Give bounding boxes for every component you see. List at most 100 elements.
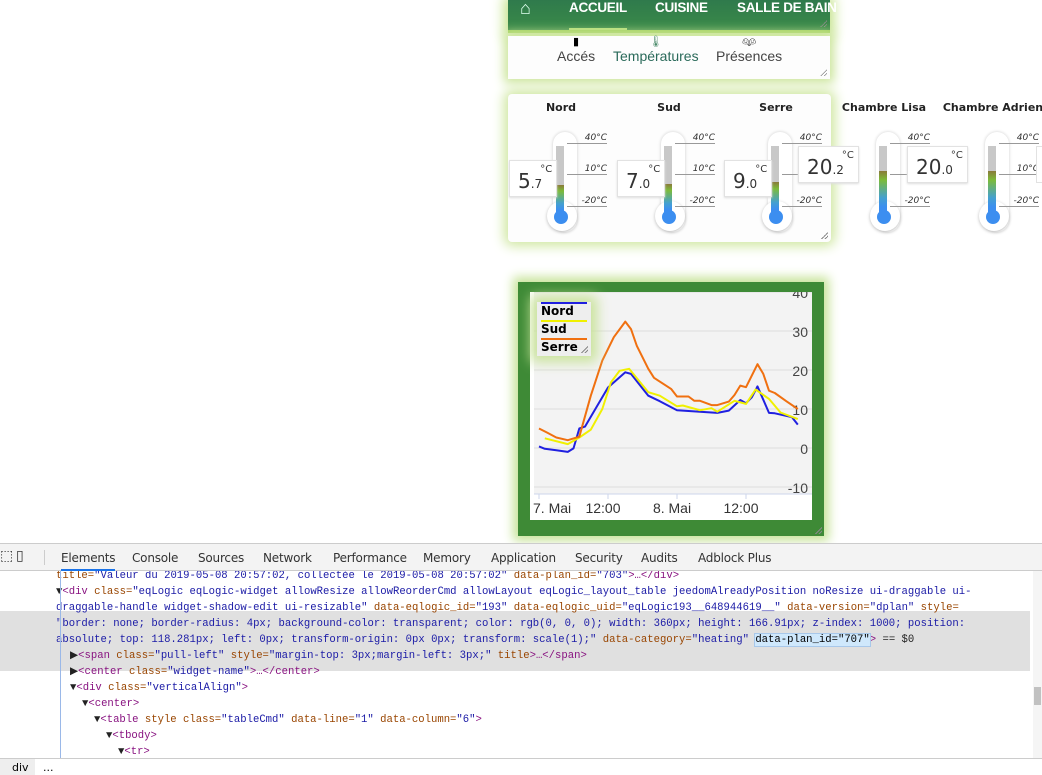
thermometer-bulb-fill <box>662 210 676 224</box>
scale-label: 40°C <box>999 132 1039 144</box>
legend-item-sud[interactable]: Sud <box>541 320 587 338</box>
dom-node-line[interactable]: ▼<table style class="tableCmd" data-line… <box>94 712 482 728</box>
scale-label: -20°C <box>567 195 607 207</box>
subnav-temperatures[interactable]: 🌡︎ Températures <box>613 36 699 65</box>
x-tick-label: 8. Mai <box>653 500 691 516</box>
scale-label: 10°C <box>567 163 607 175</box>
value-decimal: .7 <box>530 177 543 191</box>
code-token: "border: none; border-radius: 4px; backg… <box>56 618 966 630</box>
value-unit: °C <box>648 164 661 175</box>
y-tick-label: 40 <box>792 292 808 301</box>
scale-label: -20°C <box>675 195 715 207</box>
code-token: <div <box>76 682 102 694</box>
dom-node-line[interactable]: ▶<span class="pull-left" style="margin-t… <box>70 648 587 664</box>
code-token: data-line= <box>284 714 355 726</box>
code-token: ▶ <box>70 650 79 662</box>
inspect-icon[interactable]: ⬚ <box>0 548 13 564</box>
code-token: data-column= <box>373 714 457 726</box>
dom-node-line[interactable]: ▼<center> <box>82 696 139 712</box>
code-token: "eqLogic eqLogic-widget allowResize allo… <box>132 586 972 598</box>
value-integer: 20 <box>807 155 833 179</box>
dom-node-line[interactable]: draggable-handle widget-shadow-edit ui-r… <box>56 600 959 616</box>
dom-node-line[interactable]: ▶<center class="widget-name">…</center> <box>70 664 320 680</box>
devtools-tab-adblock-plus[interactable]: Adblock Plus <box>698 551 772 565</box>
device-toggle-icon[interactable]: ▯ <box>16 548 24 564</box>
code-token: >…</div> <box>628 571 680 582</box>
devtools-tab-console[interactable]: Console <box>132 551 178 565</box>
scale-label: 10°C <box>999 163 1039 175</box>
temperature-value: 9.0 °C <box>724 160 773 197</box>
code-token: "heating" <box>691 634 756 646</box>
tree-gutter <box>60 571 61 758</box>
value-decimal: .0 <box>941 163 953 177</box>
dom-node-line[interactable]: ▼<tr> <box>118 744 150 758</box>
code-token: class= <box>122 666 168 678</box>
temperature-value: 7.0 °C <box>617 160 666 197</box>
thermometer-bar <box>879 146 887 216</box>
resize-handle[interactable] <box>581 346 588 353</box>
dom-node-line[interactable]: title="Valeur du 2019-05-08 20:57:02, co… <box>56 571 679 584</box>
devtools-tab-elements[interactable]: Elements <box>61 551 116 571</box>
value-integer: 20 <box>916 155 942 179</box>
subnav-presences[interactable]: 👫︎ Présences <box>716 37 783 65</box>
code-token: data-eqlogic_id= <box>367 602 476 614</box>
code-token: data-eqlogic_uid= <box>507 602 622 614</box>
dom-node-line[interactable]: ▼<div class="eqLogic eqLogic-widget allo… <box>56 584 971 600</box>
value-decimal: .0 <box>745 177 758 191</box>
nav-cuisine[interactable]: CUISINE <box>655 0 708 15</box>
breadcrumb: div ... <box>0 758 1042 775</box>
dom-node-line[interactable]: ▼<tbody> <box>106 728 157 744</box>
divider <box>44 550 45 565</box>
dom-node-line[interactable]: absolute; top: 118.281px; left: 0px; tra… <box>56 632 914 648</box>
subnav-label: Présences <box>716 48 783 64</box>
code-token: >…</span> <box>529 650 587 662</box>
code-token: title <box>491 650 530 662</box>
thermometer-bar <box>988 146 996 216</box>
temperature-value: 5.7 °C <box>509 160 558 197</box>
devtools-tab-network[interactable]: Network <box>263 551 312 565</box>
elements-tree[interactable]: title="Valeur du 2019-05-08 20:57:02, co… <box>0 571 1030 758</box>
devtools-tab-audits[interactable]: Audits <box>641 551 678 565</box>
devtools-tab-security[interactable]: Security <box>575 551 623 565</box>
dom-node-line[interactable]: ▼<div class="verticalAlign"> <box>70 680 248 696</box>
thermometer-icon: 🌡︎ <box>648 36 663 48</box>
resize-handle[interactable] <box>820 69 827 76</box>
y-tick-label: 20 <box>792 363 808 379</box>
code-token: style class= <box>138 714 222 726</box>
code-token: "eqLogic193__648944619__" <box>621 602 781 614</box>
code-token: class= <box>87 586 133 598</box>
code-token: ▶ <box>70 666 79 678</box>
y-tick-label: 30 <box>792 324 808 340</box>
devtools-tab-application[interactable]: Application <box>491 551 556 565</box>
value-decimal: .2 <box>832 163 844 177</box>
code-token: "tableCmd" <box>221 714 285 726</box>
code-token: > <box>475 714 482 726</box>
code-token: "dplan" <box>869 602 915 614</box>
thermometer-bulb-fill <box>769 210 783 224</box>
resize-handle[interactable] <box>815 527 822 534</box>
chart-legend[interactable]: Nord Sud Serre <box>537 302 591 356</box>
legend-item-nord[interactable]: Nord <box>541 302 587 320</box>
thermometer-bulb-fill <box>877 210 891 224</box>
value-integer: 7 <box>626 169 639 193</box>
nav-accueil[interactable]: ACCUEIL <box>569 0 627 30</box>
code-token: title= <box>56 571 95 582</box>
cut-off-value-box <box>1036 146 1042 183</box>
scrollbar[interactable] <box>1033 571 1042 758</box>
devtools-tab-performance[interactable]: Performance <box>333 551 407 565</box>
subnav-label: Températures <box>613 48 699 64</box>
devtools-tab-memory[interactable]: Memory <box>423 551 471 565</box>
breadcrumb-div[interactable]: div <box>0 759 35 775</box>
breadcrumb-more[interactable]: ... <box>43 761 54 774</box>
y-tick-label: 0 <box>800 441 808 457</box>
x-tick-label: 7. Mai <box>533 500 571 516</box>
subnav-acces[interactable]: ▮ Accés <box>557 37 596 65</box>
top-navigation: ⌂ ACCUEIL CUISINE SALLE DE BAIN <box>508 0 837 33</box>
nav-salle-de-bain[interactable]: SALLE DE BAIN <box>737 0 837 15</box>
devtools-tab-sources[interactable]: Sources <box>198 551 244 565</box>
subnav-label: Accés <box>557 48 596 64</box>
code-token: <table <box>100 714 139 726</box>
house-icon[interactable]: ⌂ <box>520 0 531 19</box>
dom-node-line[interactable]: "border: none; border-radius: 4px; backg… <box>56 616 965 632</box>
resize-handle[interactable] <box>820 20 827 27</box>
